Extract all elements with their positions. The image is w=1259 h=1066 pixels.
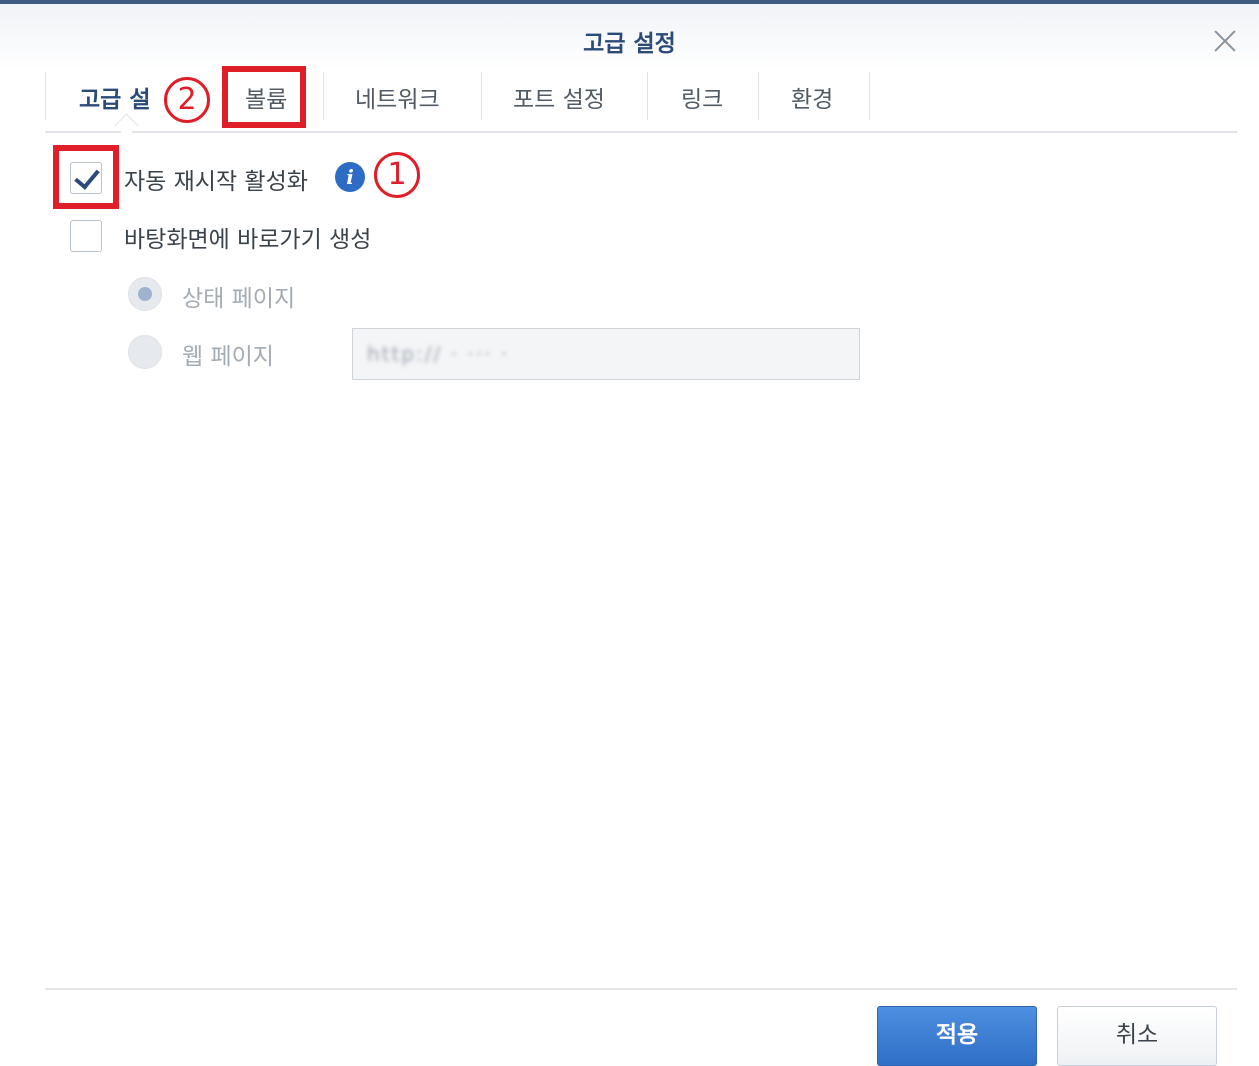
tab-divider (647, 72, 648, 120)
annotation-one: 1 (374, 152, 420, 198)
annotation-highlight-checkbox (53, 145, 119, 209)
info-icon[interactable]: i (335, 162, 365, 192)
tab-divider (45, 72, 46, 120)
tab-divider (323, 72, 324, 120)
close-icon[interactable] (1210, 26, 1240, 56)
tab-port-settings[interactable]: 포트 설정 (513, 80, 605, 114)
status-page-radio[interactable] (128, 277, 162, 311)
tab-network[interactable]: 네트워크 (355, 80, 440, 114)
url-value-blurred: http:// · ··· · (367, 342, 510, 366)
web-page-url-input[interactable]: http:// · ··· · (352, 328, 860, 380)
status-page-label: 상태 페이지 (182, 286, 296, 312)
tab-divider (758, 72, 759, 120)
web-page-label: 웹 페이지 (182, 344, 274, 370)
apply-button[interactable]: 적용 (877, 1006, 1037, 1066)
desktop-shortcut-label: 바탕화면에 바로가기 생성 (124, 227, 372, 253)
tab-environment[interactable]: 환경 (791, 80, 833, 114)
tab-advanced-settings[interactable]: 고급 설정 (79, 80, 151, 114)
tab-bar-underline (45, 131, 1237, 133)
web-page-radio[interactable] (128, 335, 162, 369)
desktop-shortcut-checkbox[interactable] (70, 220, 102, 252)
tab-link[interactable]: 링크 (681, 80, 723, 114)
annotation-two: 2 (164, 77, 210, 123)
auto-restart-label: 자동 재시작 활성화 (124, 169, 308, 195)
tab-divider (481, 72, 482, 120)
cancel-button[interactable]: 취소 (1057, 1006, 1217, 1066)
footer-divider (45, 988, 1237, 990)
annotation-highlight-volume-tab (222, 66, 306, 128)
dialog-title: 고급 설정 (583, 31, 676, 57)
tab-divider (869, 72, 870, 120)
radio-selected-dot (138, 287, 152, 301)
dialog-titlebar: 고급 설정 (0, 4, 1259, 70)
